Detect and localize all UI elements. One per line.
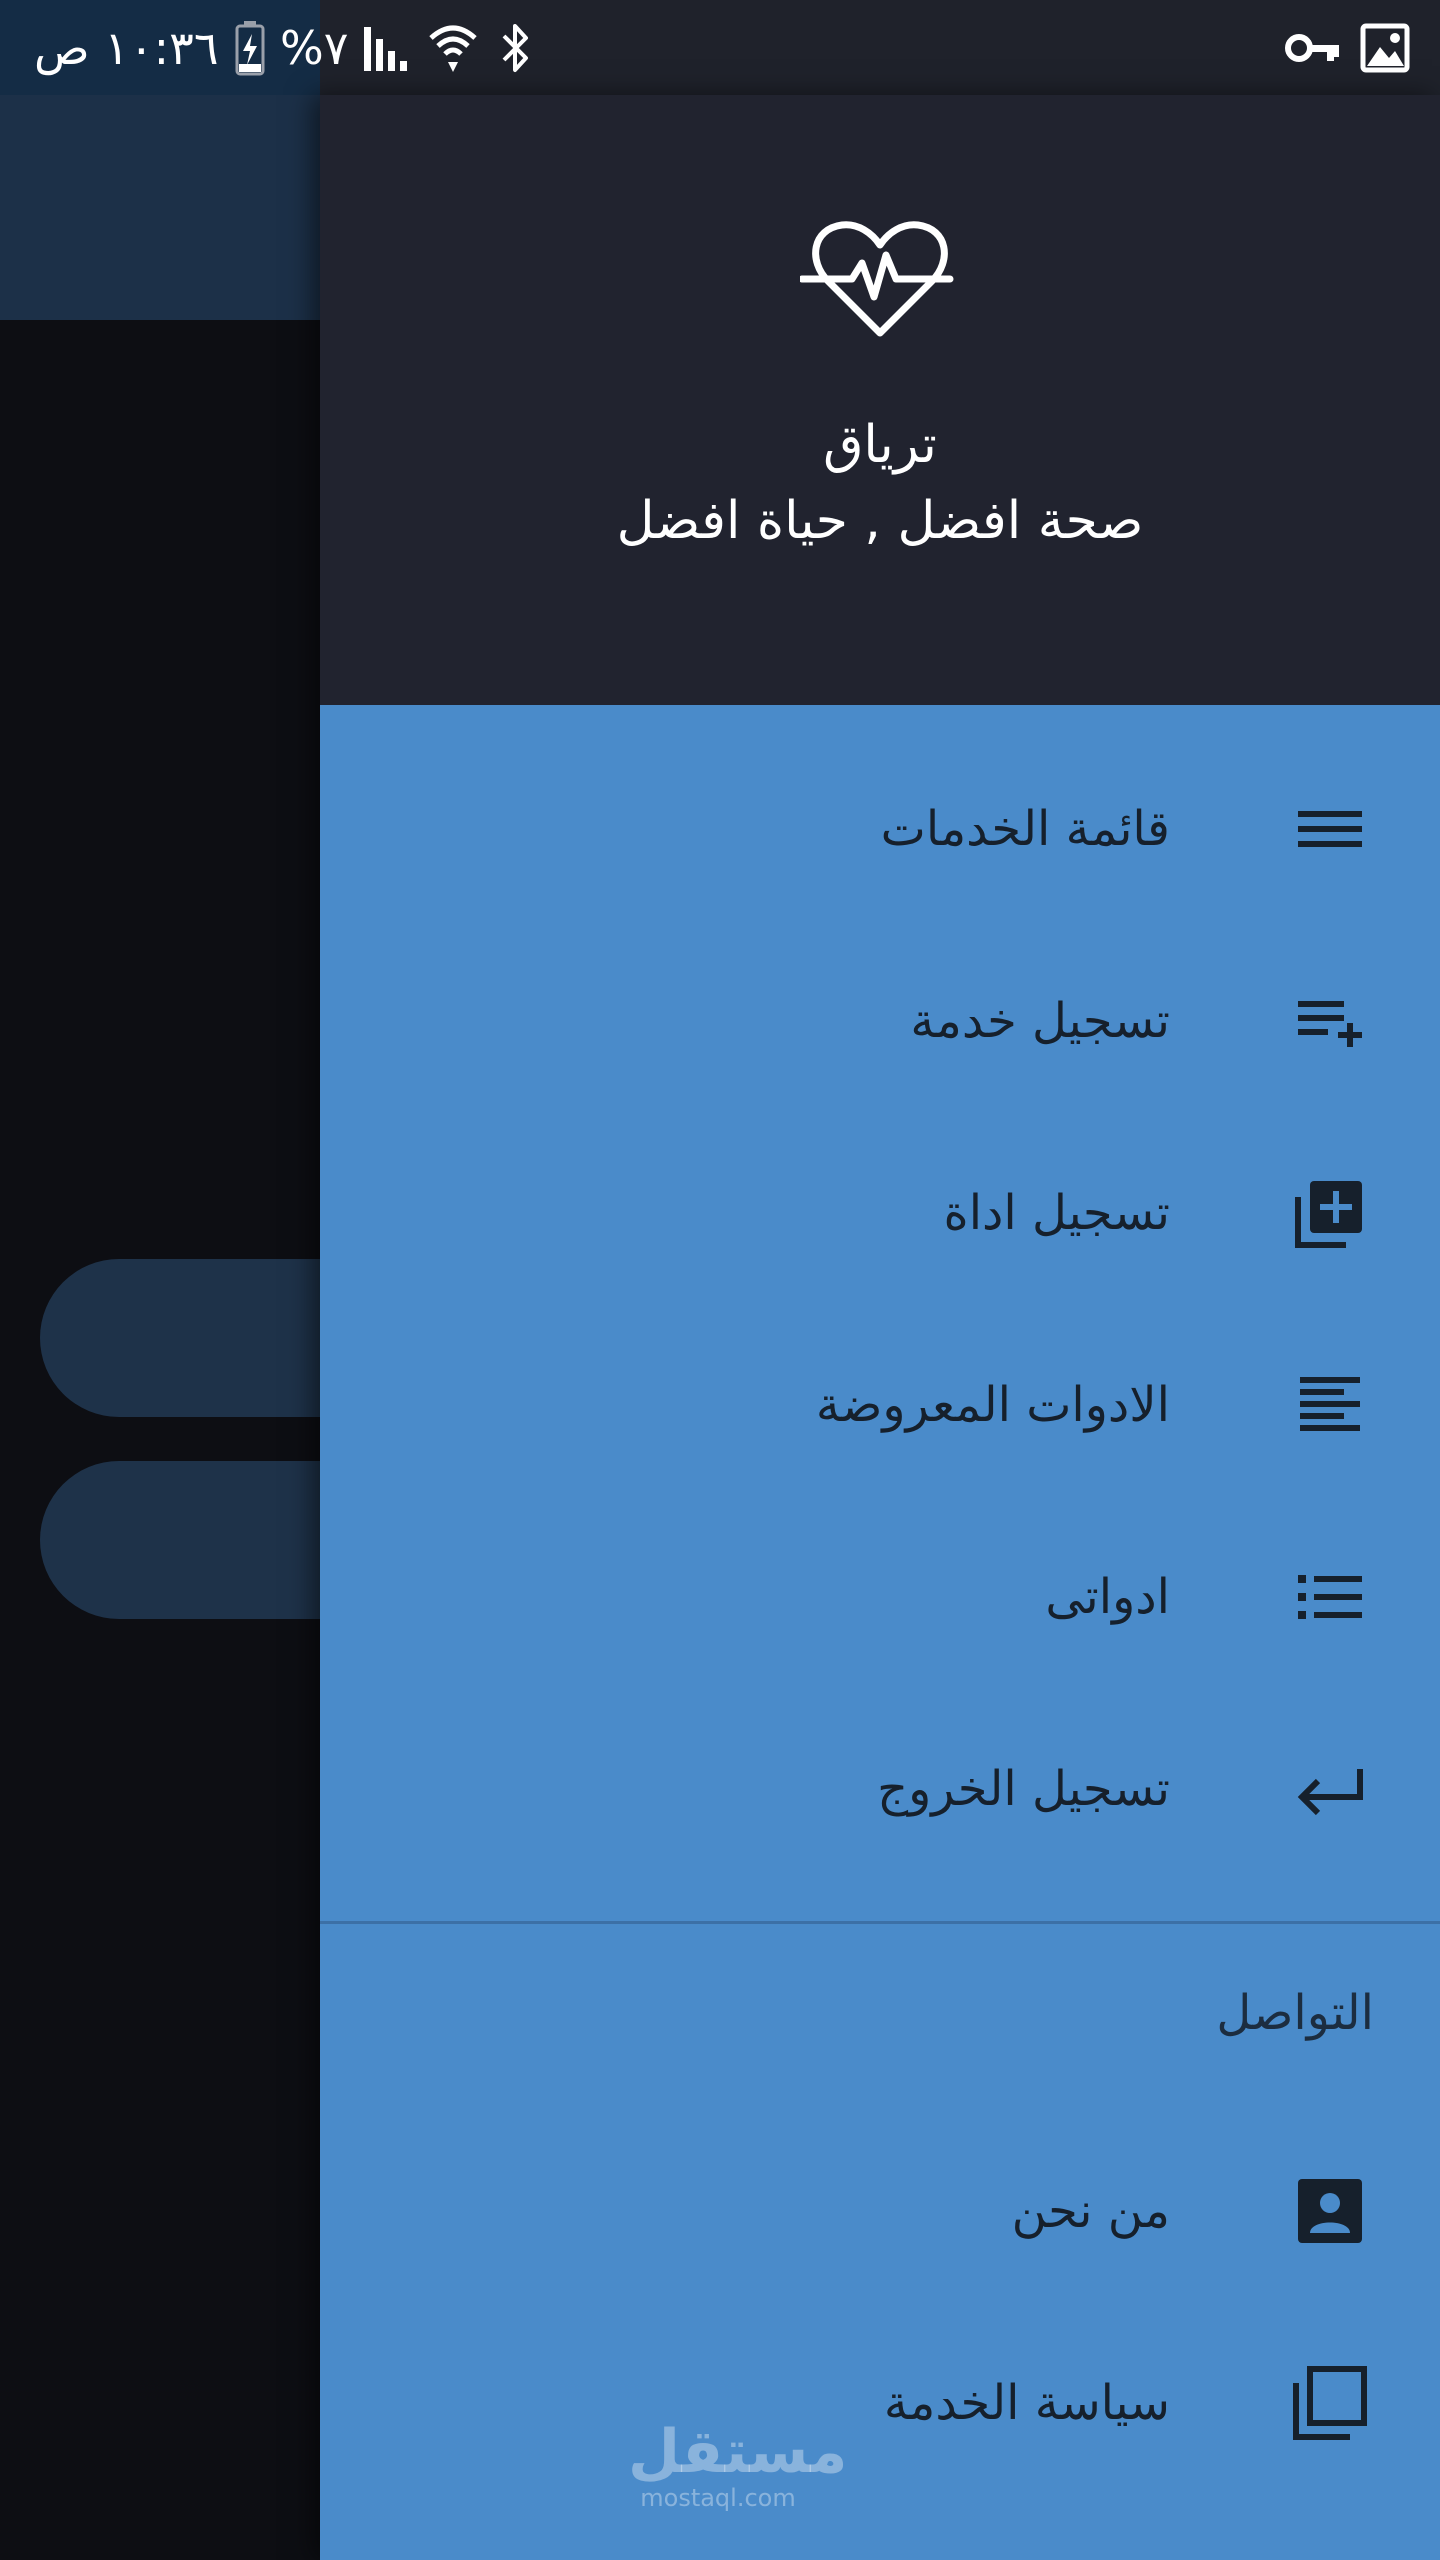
menu-item-label: الادوات المعروضة — [815, 1377, 1170, 1433]
background-app-bar — [0, 95, 320, 320]
return-arrow-icon — [1288, 1747, 1372, 1831]
menu-item-label: تسجيل اداة — [943, 1185, 1170, 1241]
status-bar: ١٠:٣٦ ص %٧ — [0, 0, 1440, 95]
drawer-header: ترياق صحة افضل , حياة افضل — [320, 95, 1440, 705]
menu-item-label: تسجيل الخروج — [877, 1761, 1170, 1817]
menu-item-my-tools[interactable]: ادواتى — [320, 1501, 1440, 1693]
menu-item-label: تسجيل خدمة — [910, 993, 1170, 1049]
menu-item-label: قائمة الخدمات — [880, 801, 1170, 857]
status-time: ١٠:٣٦ ص — [34, 20, 219, 75]
menu-item-label: سياسة الخدمة — [883, 2375, 1170, 2431]
menu-item-register-service[interactable]: تسجيل خدمة — [320, 925, 1440, 1117]
menu-item-about-us[interactable]: من نحن — [320, 2115, 1440, 2307]
drawer-divider — [320, 1921, 1440, 1924]
menu-item-label: ادواتى — [1045, 1569, 1170, 1625]
heart-pulse-icon — [798, 215, 960, 345]
signal-icon — [362, 0, 414, 95]
playlist-add-icon — [1288, 979, 1372, 1063]
app-tagline: صحة افضل , حياة افضل — [616, 491, 1144, 551]
menu-item-listed-tools[interactable]: الادوات المعروضة — [320, 1309, 1440, 1501]
align-text-icon — [1288, 1363, 1372, 1447]
bluetooth-icon — [496, 0, 536, 95]
contact-card-icon — [1288, 2169, 1372, 2253]
watermark-latin: mostaql.com — [640, 2484, 796, 2512]
copy-icon — [1288, 2361, 1372, 2445]
menu-item-service-policy[interactable]: سياسة الخدمة — [320, 2307, 1440, 2499]
list-icon — [1288, 1555, 1372, 1639]
vpn-key-icon — [1285, 0, 1341, 95]
menu-item-register-tool[interactable]: تسجيل اداة — [320, 1117, 1440, 1309]
app-title: ترياق — [823, 415, 937, 475]
section-title-contact: التواصل — [1216, 1985, 1374, 2041]
battery-percent: %٧ — [280, 20, 349, 75]
wifi-icon — [428, 0, 478, 95]
battery-charging-icon — [233, 0, 267, 95]
menu-icon — [1288, 787, 1372, 871]
menu-item-services-list[interactable]: قائمة الخدمات — [320, 733, 1440, 925]
navigation-drawer: ترياق صحة افضل , حياة افضل قائمة الخدمات… — [320, 95, 1440, 2560]
menu-item-logout[interactable]: تسجيل الخروج — [320, 1693, 1440, 1885]
menu-item-label: من نحن — [1011, 2183, 1170, 2239]
image-icon — [1360, 0, 1410, 95]
library-add-icon — [1288, 1171, 1372, 1255]
watermark: مستقل mostaql.com — [628, 2417, 848, 2512]
watermark-arabic: مستقل — [628, 2417, 848, 2487]
